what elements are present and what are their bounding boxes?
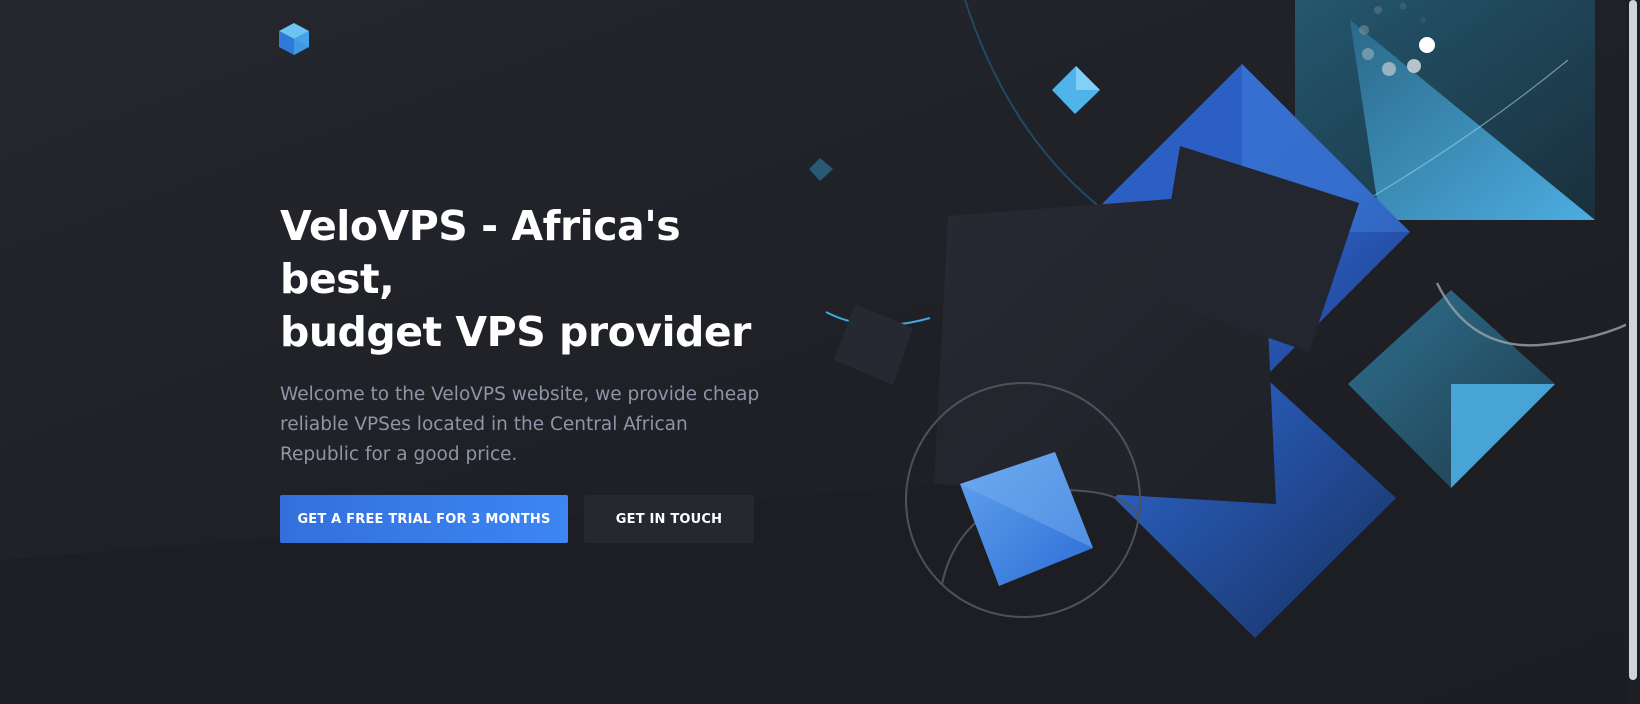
cube-logo-icon[interactable] xyxy=(278,22,310,56)
hero-actions: GET A FREE TRIAL FOR 3 MONTHS GET IN TOU… xyxy=(280,495,800,543)
free-trial-button[interactable]: GET A FREE TRIAL FOR 3 MONTHS xyxy=(280,495,568,543)
hero-description: Welcome to the VeloVPS website, we provi… xyxy=(280,384,760,465)
page-title: VeloVPS - Africa's best, budget VPS prov… xyxy=(280,200,800,359)
scrollbar-thumb[interactable] xyxy=(1629,0,1637,680)
page-scrollbar[interactable] xyxy=(1626,0,1640,704)
get-in-touch-button[interactable]: GET IN TOUCH xyxy=(584,495,754,543)
background-slab xyxy=(0,420,1640,704)
title-line-2: budget VPS provider xyxy=(280,308,751,356)
title-line-1: VeloVPS - Africa's best, xyxy=(280,202,681,303)
hero-section: VeloVPS - Africa's best, budget VPS prov… xyxy=(280,200,800,543)
landing-page: VeloVPS - Africa's best, budget VPS prov… xyxy=(0,0,1640,704)
